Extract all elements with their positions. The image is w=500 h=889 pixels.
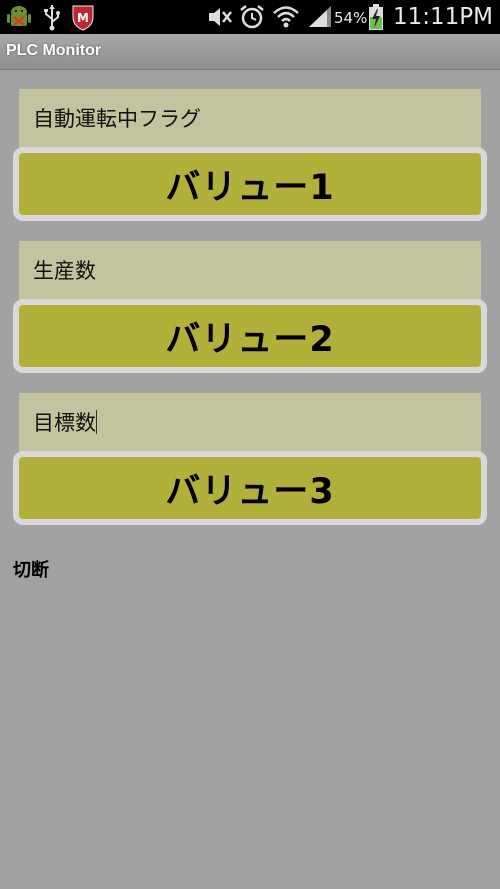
- usb-icon: [42, 3, 62, 35]
- app-title: PLC Monitor: [6, 42, 102, 59]
- mcafee-icon: M: [70, 3, 96, 35]
- svg-text:M: M: [77, 11, 89, 25]
- android-debug-icon: [6, 3, 32, 35]
- field-label-production-count: 生産数: [33, 259, 96, 283]
- disconnect-link[interactable]: 切断: [13, 556, 49, 582]
- field-label-box: 目標数: [19, 393, 481, 453]
- value-button-3[interactable]: バリュー3: [13, 451, 487, 525]
- value-text-2: バリュー2: [165, 319, 335, 360]
- action-bar: PLC Monitor: [0, 34, 500, 70]
- battery-charging-icon: [367, 3, 385, 35]
- value-button-1[interactable]: バリュー1: [13, 147, 487, 221]
- field-label-target-count: 目標数: [33, 407, 97, 437]
- value-text-3: バリュー3: [165, 471, 335, 512]
- field-label-auto-run-flag: 自動運転中フラグ: [33, 107, 201, 131]
- field-label-target-count-text: 目標数: [33, 411, 96, 435]
- signal-icon: [307, 3, 333, 35]
- field-label-box: 自動運転中フラグ: [19, 89, 481, 149]
- status-bar: M 54% 11:11PM: [0, 0, 500, 34]
- field-label-box: 生産数: [19, 241, 481, 301]
- wifi-icon: [272, 3, 300, 35]
- value-text-1: バリュー1: [165, 167, 335, 208]
- battery-percent: 54%: [334, 9, 368, 27]
- mute-icon: [205, 3, 235, 35]
- clock: 11:11PM: [393, 4, 493, 30]
- text-cursor: [96, 410, 97, 434]
- alarm-icon: [238, 3, 266, 35]
- value-button-2[interactable]: バリュー2: [13, 299, 487, 373]
